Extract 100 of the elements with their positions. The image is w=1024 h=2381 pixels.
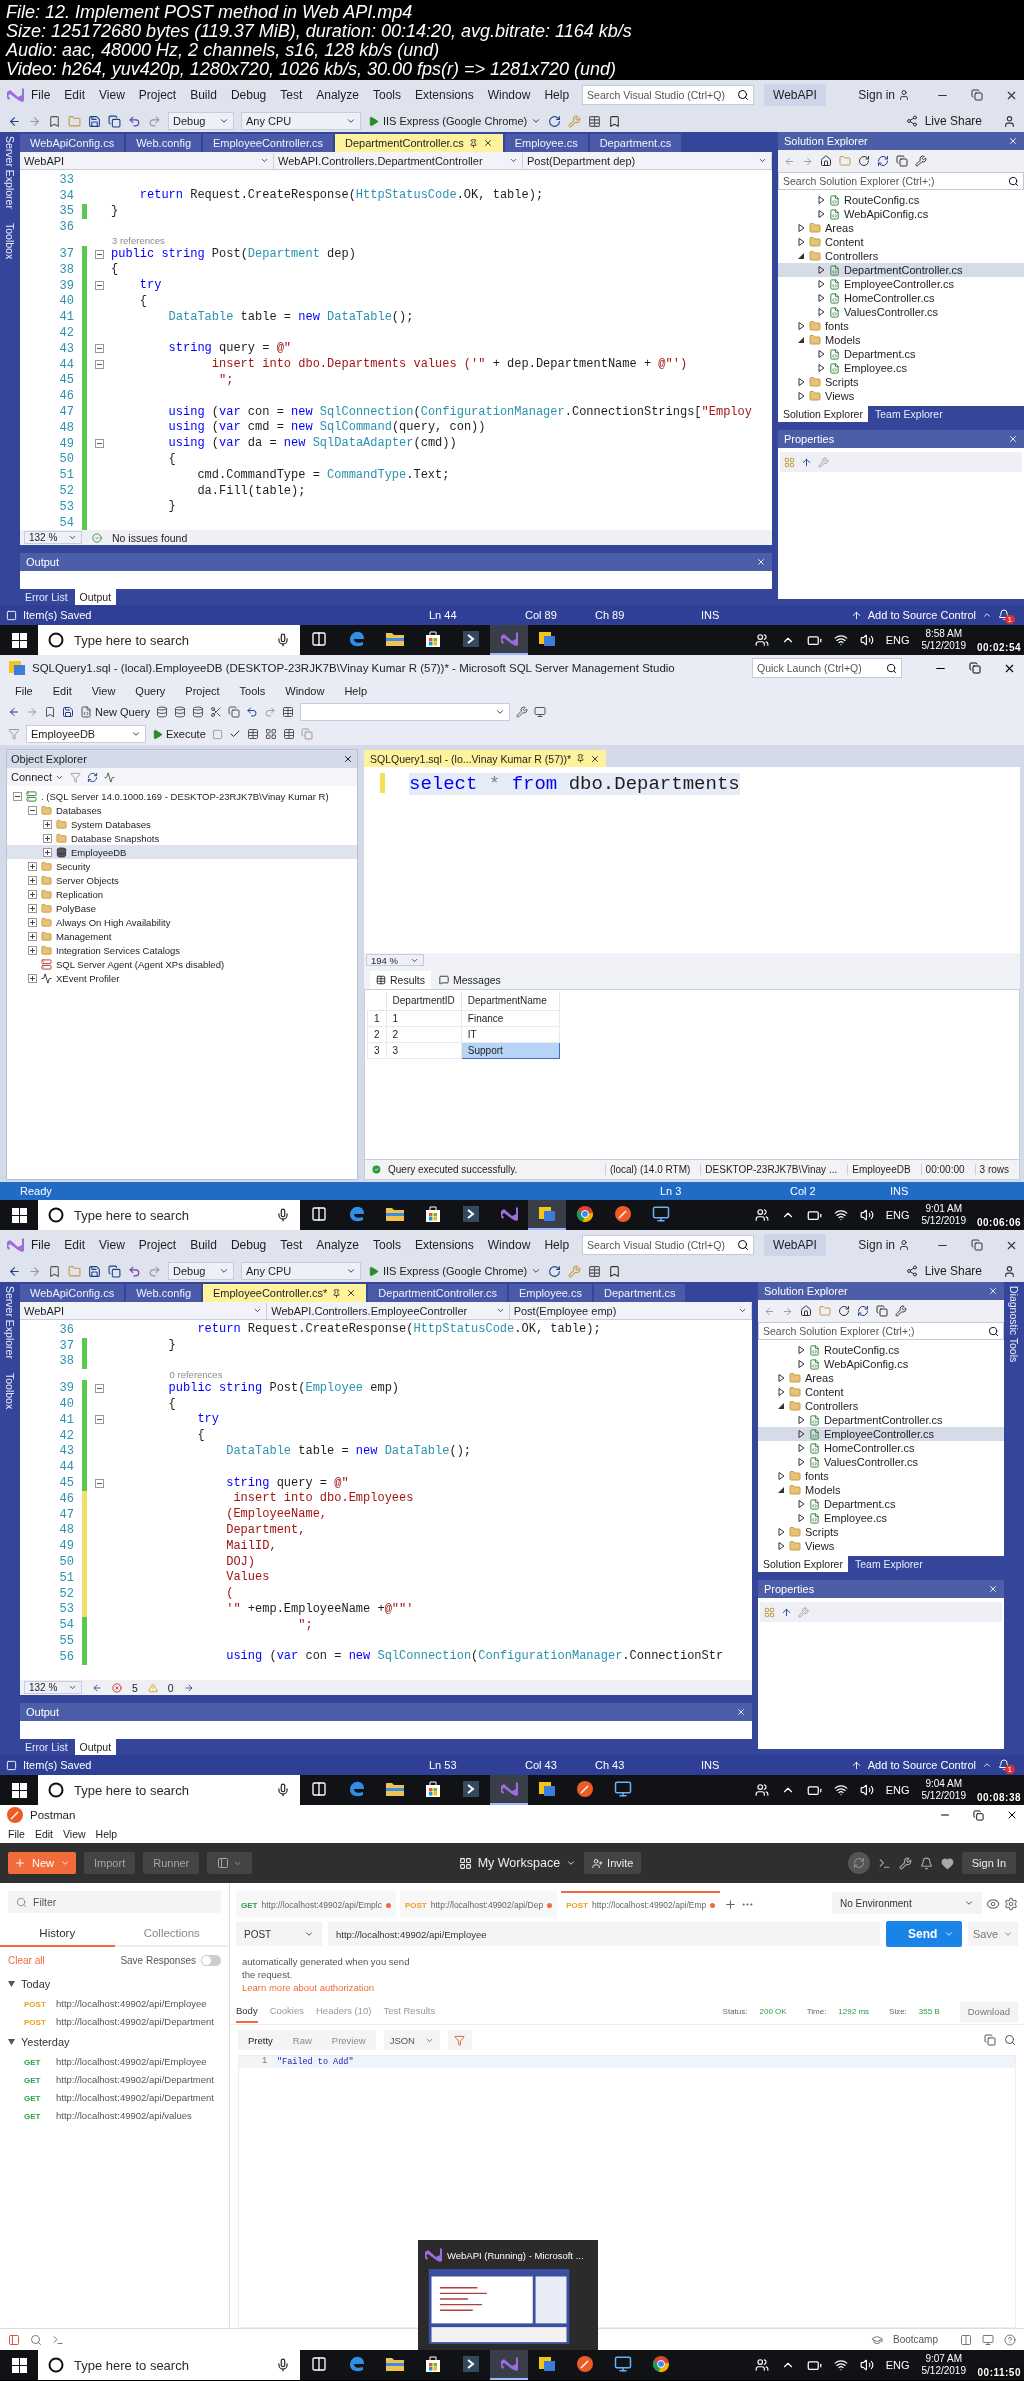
tree-item[interactable]: Scripts <box>778 375 1024 389</box>
panel-tab[interactable]: Solution Explorer <box>778 406 868 422</box>
tree-item[interactable]: ValuesController.cs <box>778 305 1024 319</box>
search-field[interactable]: Search Visual Studio (Ctrl+Q) <box>587 1239 738 1251</box>
panel-tab[interactable]: Error List <box>20 1739 73 1755</box>
search-field[interactable]: Search Visual Studio (Ctrl+Q) <box>587 89 738 101</box>
platform-dropdown[interactable]: Any CPU <box>241 112 361 130</box>
menu-item[interactable]: Analyze <box>309 1236 366 1254</box>
menu-item[interactable]: Edit <box>57 86 93 104</box>
tree-item[interactable]: Department.cs <box>778 347 1024 361</box>
tree-item[interactable]: PolyBase <box>7 901 357 915</box>
tree-item[interactable]: HomeController.cs <box>778 291 1024 305</box>
menu-item[interactable]: Window <box>480 86 538 104</box>
menu-item[interactable]: Help <box>537 1236 577 1254</box>
menu-item[interactable]: Query <box>128 683 173 699</box>
tree-item[interactable]: Views <box>758 1539 1004 1553</box>
tree-item[interactable]: Always On High Availability <box>7 915 357 929</box>
document-tab[interactable]: EmployeeController.cs* <box>203 1284 367 1302</box>
tree-item[interactable]: EmployeeDB <box>7 845 357 859</box>
menu-item[interactable]: View <box>61 1828 88 1840</box>
table-cell[interactable]: IT <box>461 1026 560 1042</box>
quick-launch-field[interactable]: Quick Launch (Ctrl+Q) <box>757 662 886 674</box>
history-item[interactable]: GET http://localhost:49902/api/Department <box>0 2089 229 2107</box>
search-field[interactable]: Search Solution Explorer (Ctrl+;) <box>783 175 1008 187</box>
menu-item[interactable]: Project <box>131 86 184 104</box>
tree-item[interactable]: Views <box>778 389 1024 403</box>
menu-item[interactable]: Project <box>178 683 227 699</box>
tree-item[interactable]: ValuesController.cs <box>758 1455 1004 1469</box>
document-tab[interactable]: DepartmentController.cs <box>335 134 503 152</box>
document-tab[interactable]: Web.config <box>126 134 201 152</box>
tree-item[interactable]: WebApiConfig.cs <box>758 1357 1004 1371</box>
side-panel-tab[interactable]: Server Explorer <box>4 136 16 209</box>
tree-item[interactable]: Content <box>778 235 1024 249</box>
tree-item[interactable]: SQL Server Agent (Agent XPs disabled) <box>7 957 357 971</box>
taskbar-search-bar[interactable]: Type here to search <box>38 625 300 655</box>
panel-tab[interactable]: Error List <box>20 589 73 605</box>
history-group[interactable]: Yesterday <box>0 2031 229 2053</box>
sign-in-link[interactable]: Sign in <box>858 1238 895 1252</box>
panel-tab[interactable]: Team Explorer <box>869 406 948 422</box>
invite-button[interactable]: Invite <box>584 1852 642 1874</box>
menu-item[interactable]: Analyze <box>309 86 366 104</box>
side-panel-tab[interactable]: Server Explorer <box>4 1286 16 1359</box>
platform-dropdown[interactable]: Any CPU <box>241 1262 361 1280</box>
live-share-button[interactable]: Live Share <box>924 1264 982 1278</box>
navigation-dropdown[interactable]: Post(Department dep) <box>523 152 772 169</box>
side-panel-tab[interactable]: Diagnostic Tools <box>1008 1286 1020 1363</box>
menu-item[interactable]: Edit <box>57 1236 93 1254</box>
database-dropdown[interactable]: EmployeeDB <box>26 725 146 743</box>
send-button[interactable]: Send <box>886 1921 962 1947</box>
request-tab[interactable]: POST http://localhost:49902/api/Dep <box>399 1891 558 1917</box>
source-control-button[interactable]: Add to Source Control <box>867 609 976 621</box>
tree-item[interactable]: Content <box>758 1385 1004 1399</box>
tree-item[interactable]: RouteConfig.cs <box>758 1343 1004 1357</box>
zoom-dropdown[interactable]: 132 % <box>24 1681 82 1694</box>
search-field[interactable]: Type here to search <box>72 2356 268 2374</box>
tree-item[interactable]: DepartmentController.cs <box>778 263 1024 277</box>
response-tab[interactable]: Body <box>236 2000 258 2023</box>
tree-item[interactable]: Models <box>758 1483 1004 1497</box>
zoom-dropdown[interactable]: 194 % <box>366 954 424 966</box>
menu-item[interactable]: Test <box>273 1236 310 1254</box>
execute-button[interactable]: Execute <box>152 728 206 740</box>
search-box[interactable]: Search Solution Explorer (Ctrl+;) <box>758 1322 1004 1340</box>
tree-item[interactable]: EmployeeController.cs <box>758 1427 1004 1441</box>
history-item[interactable]: GET http://localhost:49902/api/Department <box>0 2071 229 2089</box>
save-button[interactable]: Save <box>968 1922 1018 1946</box>
sidebar-tab[interactable]: History <box>0 1921 115 1947</box>
menu-item[interactable]: Help <box>93 1828 120 1840</box>
language-indicator[interactable]: ENG <box>885 634 910 646</box>
tree-item[interactable]: Controllers <box>778 249 1024 263</box>
menu-item[interactable]: Test <box>273 86 310 104</box>
results-tab[interactable]: Messages <box>433 971 507 989</box>
menu-item[interactable]: Extensions <box>408 86 481 104</box>
tree-item[interactable]: XEvent Profiler <box>7 971 357 985</box>
tree-item[interactable]: EmployeeController.cs <box>778 277 1024 291</box>
tree-item[interactable]: System Databases <box>7 817 357 831</box>
bootcamp-button[interactable]: Bootcamp <box>892 2334 938 2345</box>
method-dropdown[interactable]: POST <box>236 1922 322 1946</box>
table-cell[interactable]: 1 <box>386 1010 462 1026</box>
side-panel-tab[interactable]: Toolbox <box>4 1372 16 1410</box>
search-box[interactable]: Search Visual Studio (Ctrl+Q) <box>582 85 755 105</box>
search-field[interactable]: Type here to search <box>72 1781 268 1799</box>
tree-item[interactable]: Controllers <box>758 1399 1004 1413</box>
document-tab[interactable]: Employee.cs <box>504 134 588 152</box>
tree-item[interactable]: Areas <box>758 1371 1004 1385</box>
runner-button[interactable]: Runner <box>143 1852 200 1874</box>
tree-item[interactable]: fonts <box>758 1469 1004 1483</box>
menu-item[interactable]: Help <box>537 86 577 104</box>
tree-item[interactable]: WebApiConfig.cs <box>778 207 1024 221</box>
menu-item[interactable]: Debug <box>223 86 274 104</box>
tree-item[interactable]: Database Snapshots <box>7 831 357 845</box>
history-item[interactable]: POST http://localhost:49902/api/Employee <box>0 1995 229 2013</box>
menu-item[interactable]: Debug <box>223 1236 274 1254</box>
menu-item[interactable]: View <box>92 1236 132 1254</box>
menu-item[interactable]: File <box>24 86 58 104</box>
tree-item[interactable]: Models <box>778 333 1024 347</box>
menu-item[interactable]: Extensions <box>408 1236 481 1254</box>
query-tab[interactable]: SQLQuery1.sql - (lo...Vinay Kumar R (57))* <box>364 750 607 767</box>
navigation-dropdown[interactable]: WebAPI <box>20 1302 268 1319</box>
view-toggle[interactable]: Pretty <box>238 2030 283 2050</box>
workspace-switcher[interactable]: My Workspace <box>458 1856 577 1870</box>
